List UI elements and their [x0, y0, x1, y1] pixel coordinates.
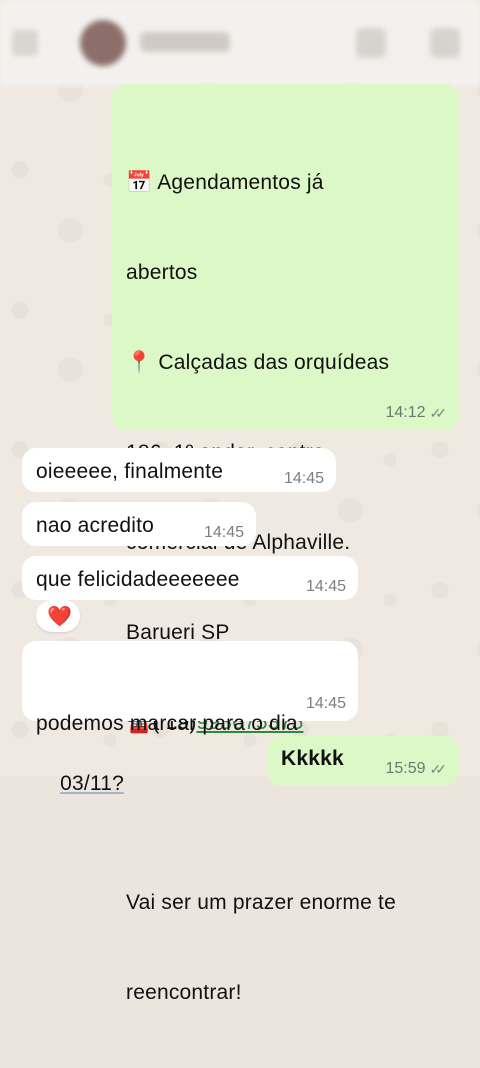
message-bubble-outgoing[interactable]: 📅 Agendamentos já abertos 📍 Calçadas das…: [112, 84, 459, 1004]
message-bubble-incoming[interactable]: oieeeee, finalmente 14:45: [22, 448, 336, 492]
message-bubble-outgoing[interactable]: Kkkkk 15:59 ✓✓: [267, 736, 459, 786]
heart-icon: ❤️: [47, 606, 72, 628]
message-line: reencontrar!: [126, 981, 242, 1004]
message-text: que felicidadeeeeeee: [36, 568, 240, 591]
message-line: 📍 Calçadas das orquídeas: [126, 351, 390, 374]
message-line: abertos: [126, 261, 198, 284]
message-meta: 14:12 ✓✓: [385, 404, 447, 422]
read-ticks-icon: ✓✓: [429, 760, 448, 777]
date-mention[interactable]: 03/11?: [60, 769, 124, 799]
message-meta: 15:59 ✓✓: [385, 760, 447, 778]
message-time: 14:45: [283, 470, 324, 487]
reaction-badge[interactable]: ❤️: [36, 600, 80, 632]
message-line: Vai ser um prazer enorme te: [126, 891, 396, 914]
message-time: 14:12: [385, 404, 426, 421]
message-time: 15:59: [385, 760, 426, 777]
message-text: oieeeee, finalmente: [36, 460, 224, 483]
contact-name[interactable]: [140, 32, 230, 52]
message-line: podemos marcar para o dia: [36, 712, 298, 735]
message-time: 14:45: [305, 695, 346, 712]
message-time: 14:45: [203, 524, 244, 541]
message-bubble-incoming[interactable]: nao acredito 14:45: [22, 502, 256, 546]
chat-header-blurred: [0, 0, 480, 86]
phone-call-icon[interactable]: [430, 28, 460, 58]
video-call-icon[interactable]: [356, 28, 386, 58]
read-ticks-icon: ✓✓: [429, 404, 448, 421]
message-bubble-incoming[interactable]: podemos marcar para o dia 03/11? 14:45: [22, 641, 358, 795]
back-arrow-icon[interactable]: [12, 30, 38, 56]
message-bubble-incoming[interactable]: que felicidadeeeeeee 14:45: [22, 556, 358, 600]
message-time: 14:45: [305, 578, 346, 595]
avatar[interactable]: [80, 20, 126, 66]
message-line: 📅 Agendamentos já: [126, 171, 324, 194]
